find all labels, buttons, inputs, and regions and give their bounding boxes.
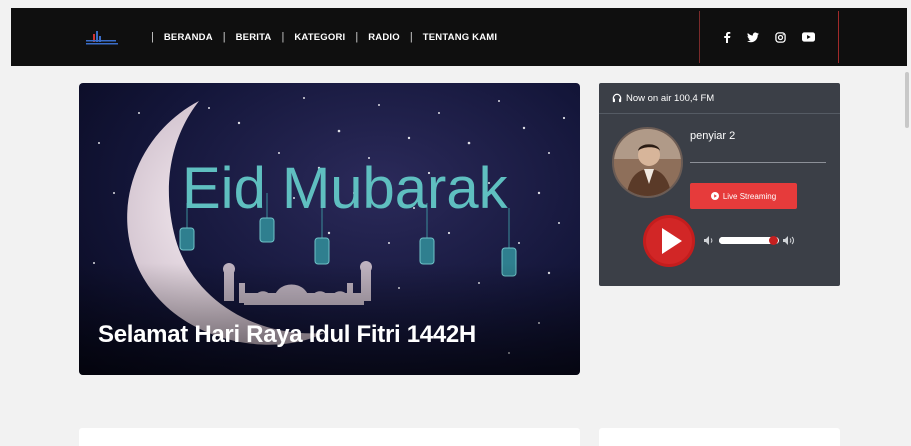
site-logo[interactable] xyxy=(82,28,122,48)
nav-separator: | xyxy=(355,31,359,43)
volume-high-icon[interactable] xyxy=(783,236,795,245)
facebook-icon[interactable] xyxy=(723,31,731,43)
now-on-air-label: Now on air 100,4 FM xyxy=(626,92,715,104)
top-navbar: | BERANDA | BERITA | KATEGORI | RADIO | … xyxy=(11,8,907,66)
play-button[interactable] xyxy=(642,214,696,268)
hero-title[interactable]: Selamat Hari Raya Idul Fitri 1442H xyxy=(98,321,476,349)
content-card xyxy=(79,428,580,446)
announcer-divider xyxy=(690,162,826,163)
volume-slider-fill xyxy=(719,237,773,244)
volume-low-icon[interactable] xyxy=(704,236,714,245)
nav-separator: | xyxy=(222,31,226,43)
sidebar-card xyxy=(599,428,840,446)
headphones-icon xyxy=(612,93,622,103)
youtube-icon[interactable] xyxy=(802,32,815,42)
twitter-icon[interactable] xyxy=(747,32,759,43)
nav-separator: | xyxy=(409,31,413,43)
nav-separator: | xyxy=(281,31,285,43)
page-scrollbar[interactable] xyxy=(905,72,909,128)
nav-item-radio[interactable]: RADIO xyxy=(368,32,400,43)
announcer-avatar xyxy=(612,127,683,198)
instagram-icon[interactable] xyxy=(775,31,786,43)
live-streaming-button[interactable]: Live Streaming xyxy=(690,183,797,209)
main-nav: | BERANDA | BERITA | KATEGORI | RADIO | … xyxy=(141,8,497,66)
eid-mubarak-text: Eid Mubarak xyxy=(182,156,509,221)
radio-header: Now on air 100,4 FM xyxy=(599,83,840,114)
nav-item-berita[interactable]: BERITA xyxy=(236,32,272,43)
radio-player-widget: Now on air 100,4 FM penyiar 2 Live Strea… xyxy=(599,83,840,286)
social-links xyxy=(699,11,839,63)
nav-item-beranda[interactable]: BERANDA xyxy=(164,32,213,43)
volume-slider-handle[interactable] xyxy=(769,236,778,245)
nav-separator: | xyxy=(151,31,154,43)
live-streaming-label: Live Streaming xyxy=(722,191,777,201)
nav-item-kategori[interactable]: KATEGORI xyxy=(294,32,345,43)
nav-item-tentang-kami[interactable]: TENTANG KAMI xyxy=(423,32,498,43)
hero-featured-post[interactable]: Eid Mubarak Selamat Hari Raya Idul Fitri… xyxy=(79,83,580,375)
announcer-name: penyiar 2 xyxy=(690,130,736,142)
play-circle-icon xyxy=(710,192,719,200)
